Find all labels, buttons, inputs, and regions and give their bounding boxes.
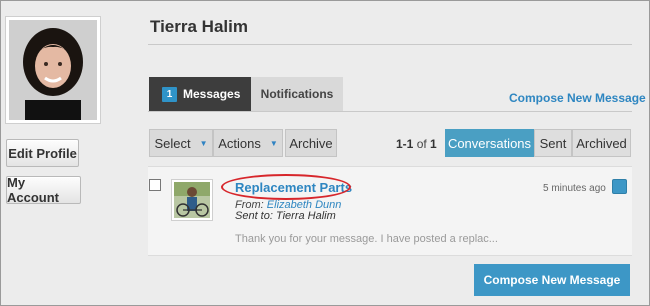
pagination-info: 1-1 of 1 xyxy=(396,137,437,151)
view-archived-label: Archived xyxy=(576,135,627,151)
user-avatar-image xyxy=(9,20,97,120)
select-dropdown[interactable]: Select ▼ xyxy=(149,129,213,157)
tab-messages[interactable]: 1 Messages xyxy=(149,77,251,111)
chevron-down-icon: ▼ xyxy=(269,138,278,148)
sender-photo-image xyxy=(174,182,210,218)
profile-photo xyxy=(5,16,101,124)
edit-profile-label: Edit Profile xyxy=(8,145,77,161)
view-conversations-label: Conversations xyxy=(447,135,532,151)
page-title: Tierra Halim xyxy=(150,17,248,36)
edit-profile-button[interactable]: Edit Profile xyxy=(6,139,79,167)
pager-total: 1 xyxy=(430,137,437,151)
actions-label: Actions xyxy=(218,135,261,151)
highlight-annotation xyxy=(221,174,351,200)
tab-notifications[interactable]: Notifications xyxy=(251,77,343,111)
compose-new-message-link[interactable]: Compose New Message xyxy=(509,91,646,105)
my-account-button[interactable]: My Account xyxy=(6,175,81,205)
unread-indicator[interactable] xyxy=(612,179,627,194)
message-recipient: Sent to: Tierra Halim xyxy=(235,210,336,222)
view-conversations-tab[interactable]: Conversations xyxy=(445,129,534,157)
view-sent-label: Sent xyxy=(539,135,567,151)
view-sent-tab[interactable]: Sent xyxy=(534,129,572,157)
view-archived-tab[interactable]: Archived xyxy=(572,129,631,157)
my-account-label: My Account xyxy=(7,175,59,205)
archive-label: Archive xyxy=(289,135,333,151)
tab-messages-label: Messages xyxy=(183,87,241,101)
pager-of: of xyxy=(416,137,427,151)
messages-count-badge: 1 xyxy=(162,86,177,102)
message-preview: Thank you for your message. I have poste… xyxy=(235,233,498,245)
tab-notifications-label: Notifications xyxy=(260,87,334,101)
message-select-checkbox[interactable] xyxy=(149,179,161,191)
pager-range: 1-1 xyxy=(396,137,414,151)
chevron-down-icon: ▼ xyxy=(199,138,208,148)
compose-new-message-button[interactable]: Compose New Message xyxy=(474,264,630,296)
sender-avatar xyxy=(171,179,213,221)
compose-button-label: Compose New Message xyxy=(483,273,621,287)
archive-button[interactable]: Archive xyxy=(285,129,337,157)
header-divider xyxy=(148,44,632,45)
actions-dropdown[interactable]: Actions ▼ xyxy=(213,129,283,157)
message-timestamp: 5 minutes ago xyxy=(543,183,606,194)
select-label: Select xyxy=(154,135,191,151)
tab-divider xyxy=(148,111,632,112)
